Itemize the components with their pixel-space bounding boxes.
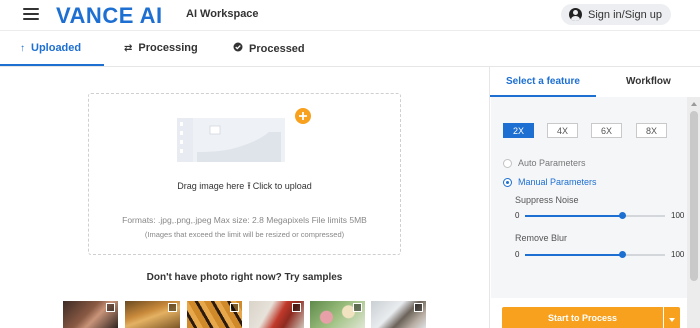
vanceai-logo[interactable]: VANCE AI — [56, 3, 163, 29]
auto-parameters-label: Auto Parameters — [518, 158, 586, 168]
tab-workflow[interactable]: Workflow — [626, 76, 671, 87]
workspace-title: AI Workspace — [186, 8, 259, 20]
formats-info: Formats: .jpg,.png,.jpeg Max size: 2.8 M… — [122, 215, 367, 225]
sample-checkbox[interactable] — [414, 303, 423, 312]
sample-checkbox[interactable] — [292, 303, 301, 312]
image-placeholder-icon — [177, 118, 285, 162]
remove-blur-label: Remove Blur — [515, 233, 568, 243]
samples-title: Don't have photo right now? Try samples — [146, 272, 343, 283]
start-to-process-button[interactable]: Start to Process — [502, 307, 663, 328]
tab-processing[interactable]: ⇄ Processing — [124, 42, 198, 54]
scale-8x-button[interactable]: 8X — [636, 123, 667, 138]
top-header: VANCE AI AI Workspace Sign in/Sign up — [0, 0, 700, 31]
upload-dropzone[interactable]: Drag image here ⭱ Click to upload Formats:… — [88, 93, 401, 255]
sample-checkbox[interactable] — [230, 303, 239, 312]
suppress-noise-max: 100 — [671, 211, 685, 220]
slider-fill — [525, 254, 622, 256]
auto-parameters-option[interactable]: Auto Parameters — [503, 158, 586, 168]
sample-flowers-bouquet[interactable] — [310, 301, 365, 328]
sample-cat[interactable] — [371, 301, 426, 328]
start-options-dropdown[interactable] — [664, 307, 680, 328]
click-to-upload-link[interactable]: Click to upload — [253, 181, 312, 191]
sample-dog-costume[interactable] — [125, 301, 180, 328]
check-circle-icon — [233, 42, 243, 55]
manual-parameters-label: Manual Parameters — [518, 177, 597, 187]
suppress-noise-label: Suppress Noise — [515, 195, 579, 205]
active-tab-indicator — [0, 64, 104, 66]
suppress-noise-min: 0 — [515, 211, 520, 220]
remove-blur-slider[interactable] — [525, 251, 665, 258]
feature-panel: Select a feature Workflow 2X 4X 6X 8X Au… — [489, 67, 700, 328]
sample-woman-red-dress[interactable] — [249, 301, 304, 328]
scale-6x-button[interactable]: 6X — [591, 123, 622, 138]
slider-fill — [525, 215, 622, 217]
radio-auto[interactable] — [503, 158, 512, 168]
drag-text: Drag image here — [177, 181, 245, 191]
upload-arrow-icon: ↑ — [20, 42, 25, 54]
tab-uploaded[interactable]: ↑ Uploaded — [20, 42, 81, 54]
tab-uploaded-label: Uploaded — [31, 42, 82, 54]
plus-circle-icon[interactable] — [295, 108, 311, 124]
sample-checkbox[interactable] — [353, 303, 362, 312]
sample-checkbox[interactable] — [106, 303, 115, 312]
panel-scrollbar[interactable] — [687, 97, 700, 328]
tab-processed-label: Processed — [249, 42, 305, 55]
scale-4x-button[interactable]: 4X — [547, 123, 578, 138]
slider-knob[interactable] — [618, 251, 626, 258]
manual-parameters-option[interactable]: Manual Parameters — [503, 177, 597, 187]
status-tabs: ↑ Uploaded ⇄ Processing Processed — [0, 31, 700, 67]
signin-label: Sign in/Sign up — [588, 8, 662, 21]
scale-2x-button[interactable]: 2X — [503, 123, 534, 138]
drag-instructions: Drag image here ⭱ Click to upload — [89, 179, 400, 196]
sample-woman-portrait[interactable] — [63, 301, 118, 328]
signin-button[interactable]: Sign in/Sign up — [561, 4, 671, 25]
scroll-up-icon[interactable] — [691, 102, 697, 106]
tab-processed[interactable]: Processed — [233, 42, 305, 55]
tab-select-feature[interactable]: Select a feature — [506, 76, 580, 87]
menu-icon[interactable] — [23, 7, 39, 21]
sample-checkbox[interactable] — [168, 303, 177, 312]
caret-down-icon — [669, 318, 675, 322]
user-avatar-icon — [569, 8, 582, 21]
remove-blur-min: 0 — [515, 250, 520, 259]
sample-tiger[interactable] — [187, 301, 242, 328]
limit-note: (Images that exceed the limit will be re… — [144, 230, 345, 239]
slider-knob[interactable] — [618, 212, 626, 219]
feature-settings: 2X 4X 6X 8X Auto Parameters Manual Param… — [491, 97, 687, 298]
tab-processing-label: Processing — [138, 42, 198, 54]
suppress-noise-slider[interactable] — [525, 212, 665, 219]
refresh-icon: ⇄ — [124, 42, 133, 54]
remove-blur-max: 100 — [671, 250, 685, 259]
scrollbar-thumb[interactable] — [690, 111, 698, 281]
upload-icon: ⭱ — [247, 181, 251, 192]
radio-manual[interactable] — [503, 177, 512, 187]
